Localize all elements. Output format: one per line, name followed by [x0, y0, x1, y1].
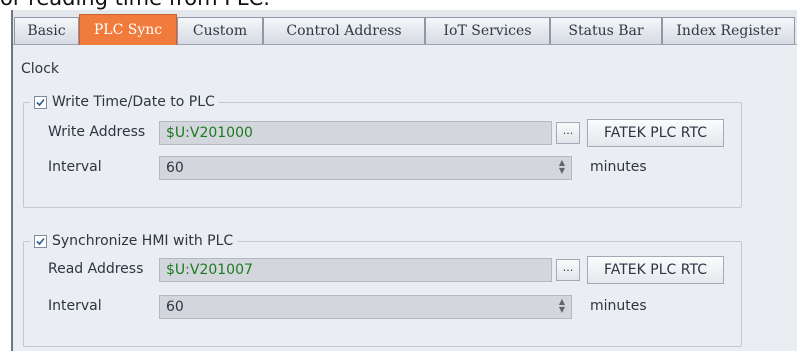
read-interval-value: 60 [166, 299, 184, 315]
write-time-checkbox[interactable] [34, 95, 47, 109]
sync-hmi-checkbox[interactable] [34, 234, 47, 248]
write-address-label: Write Address [48, 124, 146, 140]
clock-section-title: Clock [21, 61, 60, 77]
checkmark-icon [36, 237, 45, 245]
cropped-caption: or reading time from PLC. [0, 0, 797, 10]
read-interval-unit: minutes [590, 298, 647, 314]
write-fatek-rtc-button[interactable]: FATEK PLC RTC [587, 119, 724, 147]
tab-custom[interactable]: Custom [177, 17, 263, 44]
read-interval-label: Interval [48, 298, 102, 314]
write-interval-unit: minutes [590, 159, 647, 175]
read-address-label: Read Address [48, 261, 144, 277]
write-interval-value: 60 [166, 160, 184, 176]
tab-control-address[interactable]: Control Address [263, 17, 425, 44]
write-time-label: Write Time/Date to PLC [52, 94, 215, 110]
tab-plc-sync[interactable]: PLC Sync [79, 14, 177, 45]
read-fatek-rtc-button[interactable]: FATEK PLC RTC [587, 256, 724, 284]
write-address-browse-button[interactable]: ... [556, 122, 580, 144]
plc-sync-panel: Clock Write Time/Date to PLC Write Addre… [13, 44, 797, 351]
tab-bar: Basic PLC Sync Custom Control Address Io… [13, 10, 797, 45]
spin-arrows-icon[interactable]: ▲ ▼ [557, 159, 567, 177]
write-time-legend: Write Time/Date to PLC [30, 92, 219, 112]
sync-hmi-legend: Synchronize HMI with PLC [30, 231, 238, 251]
checkmark-icon [36, 98, 45, 106]
write-interval-field[interactable]: 60 ▲ ▼ [159, 156, 572, 180]
tab-status-bar[interactable]: Status Bar [550, 17, 662, 44]
tab-basic[interactable]: Basic [14, 17, 79, 44]
write-time-group: Write Time/Date to PLC Write Address $U:… [23, 92, 742, 208]
read-address-field[interactable]: $U:V201007 [159, 258, 552, 282]
read-address-browse-button[interactable]: ... [556, 259, 580, 281]
spin-arrows-icon[interactable]: ▲ ▼ [557, 298, 567, 316]
tab-index-register[interactable]: Index Register [662, 17, 795, 44]
tab-iot-services[interactable]: IoT Services [425, 17, 550, 44]
sync-hmi-label: Synchronize HMI with PLC [52, 233, 234, 249]
sync-hmi-group: Synchronize HMI with PLC Read Address $U… [23, 231, 742, 347]
settings-dialog: Basic PLC Sync Custom Control Address Io… [11, 10, 797, 351]
read-interval-field[interactable]: 60 ▲ ▼ [159, 295, 572, 319]
write-interval-label: Interval [48, 159, 102, 175]
write-address-field[interactable]: $U:V201000 [159, 121, 552, 145]
